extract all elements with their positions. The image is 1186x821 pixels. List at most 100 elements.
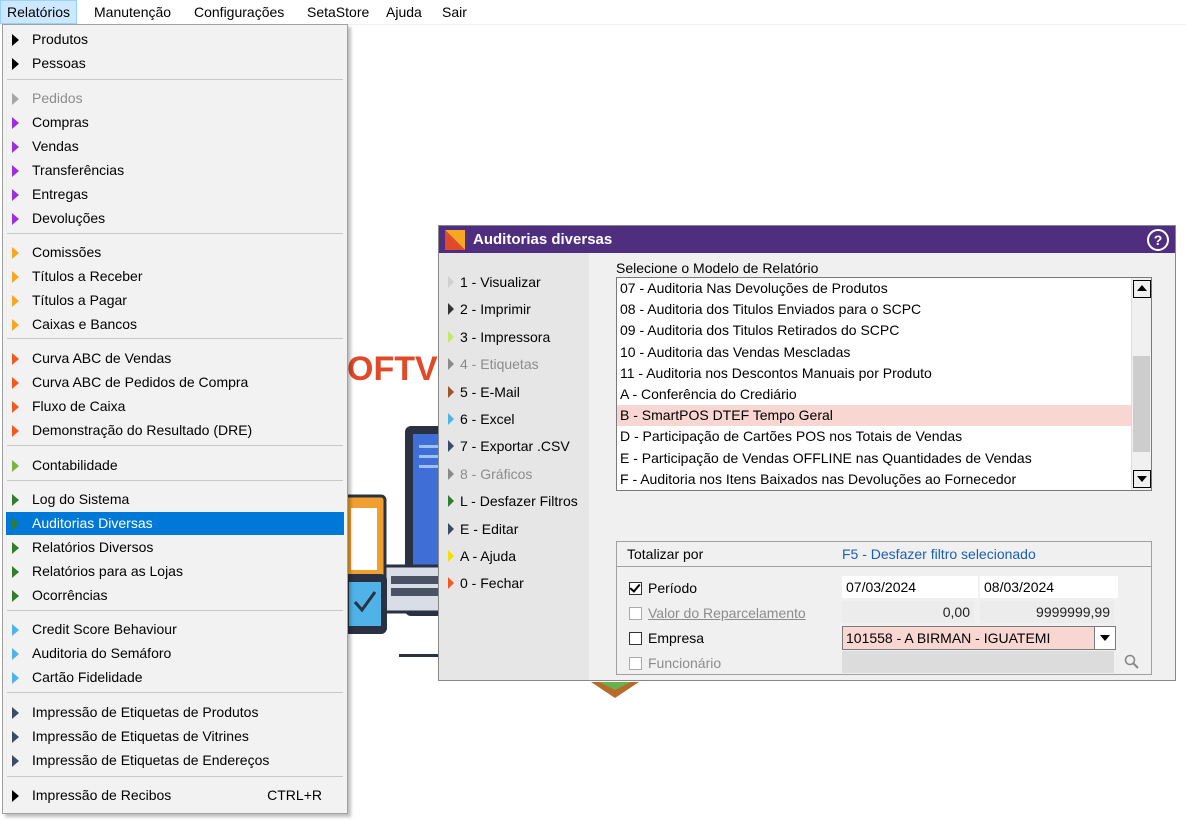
row-funcionario: Funcionário <box>617 651 1151 675</box>
list-item[interactable]: 09 - Auditoria dos Titulos Retirados do … <box>617 320 1132 341</box>
periodo-to-field[interactable]: 08/03/2024 <box>980 576 1118 598</box>
list-item[interactable]: F - Auditoria nos Itens Baixados nas Dev… <box>617 469 1132 490</box>
submenu-arrow-icon <box>12 353 19 365</box>
menu-sair[interactable]: Sair <box>436 0 473 24</box>
scroll-up-button[interactable] <box>1133 280 1151 298</box>
scroll-thumb[interactable] <box>1133 356 1150 452</box>
list-item[interactable]: 08 - Auditoria dos Titulos Enviados para… <box>617 299 1132 320</box>
menu-item[interactable]: Relatórios para as Lojas <box>6 560 344 583</box>
menu-item[interactable]: Títulos a Receber <box>6 265 344 288</box>
menu-item-label: Impressão de Etiquetas de Vitrines <box>32 728 249 744</box>
menu-item[interactable]: Credit Score Behaviour <box>6 618 344 641</box>
menu-item[interactable]: Impressão de Recibos CTRL+R <box>6 784 344 807</box>
checkmark-icon <box>629 581 641 593</box>
action-panel: 1 - Visualizar 2 - Imprimir 3 - Impressora… <box>439 253 589 680</box>
menu-item-label: Caixas e Bancos <box>32 316 138 332</box>
periodo-checkbox[interactable] <box>629 581 642 595</box>
menu-item[interactable]: Pedidos <box>6 87 344 110</box>
menubar: Relatórios Manutenção Configurações SetaSto… <box>0 0 1186 25</box>
menu-setastore[interactable]: SetaStore <box>301 0 375 24</box>
menu-item[interactable]: Contabilidade <box>6 454 344 477</box>
menu-item[interactable]: Pessoas <box>6 52 344 75</box>
empresa-dropdown-button[interactable] <box>1094 626 1116 650</box>
action-arrow-icon <box>448 495 454 508</box>
row-periodo: Período 07/03/2024 08/03/2024 <box>617 576 1151 600</box>
menu-item[interactable]: Caixas e Bancos <box>6 313 344 336</box>
action-arrow-icon <box>448 577 454 590</box>
menu-item[interactable]: Compras <box>6 111 344 134</box>
menu-item-label: Entregas <box>32 186 89 202</box>
menu-item[interactable]: Auditorias Diversas <box>6 512 344 535</box>
totalizar-group: Totalizar por F5 - Desfazer filtro selec… <box>616 541 1152 675</box>
valor-to-field[interactable]: 9999999,99 <box>980 601 1114 623</box>
menu-separator <box>7 338 343 339</box>
list-item[interactable]: B - SmartPOS DTEF Tempo Geral <box>617 405 1132 427</box>
menu-item[interactable]: Impressão de Etiquetas de Produtos <box>6 701 344 724</box>
valor-checkbox[interactable] <box>629 607 642 620</box>
menu-item[interactable]: Log do Sistema <box>6 488 344 511</box>
list-scrollbar[interactable] <box>1131 278 1151 490</box>
action-arrow-icon <box>448 550 454 562</box>
submenu-arrow-icon <box>12 648 19 660</box>
list-item[interactable]: 11 - Auditoria nos Descontos Manuais por… <box>617 363 1132 384</box>
undo-filter-link[interactable]: F5 - Desfazer filtro selecionado <box>842 542 1036 566</box>
submenu-arrow-icon <box>12 590 19 602</box>
action-arrow-icon <box>448 522 454 535</box>
action-label: 5 - E-Mail <box>460 383 520 400</box>
funcionario-checkbox[interactable] <box>629 657 642 670</box>
report-model-list[interactable]: 07 - Auditoria Nas Devoluções de Produto… <box>616 277 1152 491</box>
help-icon[interactable]: ? <box>1147 229 1169 251</box>
menu-item[interactable]: Ocorrências <box>6 584 344 607</box>
menu-manutencao[interactable]: Manutenção <box>88 0 177 24</box>
menu-item[interactable]: Devoluções <box>6 207 344 230</box>
periodo-from-field[interactable]: 07/03/2024 <box>842 576 978 598</box>
menu-item-label: Log do Sistema <box>32 491 130 507</box>
list-item[interactable]: D - Participação de Cartões POS nos Tota… <box>617 426 1132 447</box>
dialog-title-bar[interactable]: Auditorias diversas ? <box>439 226 1175 253</box>
menu-item[interactable]: Impressão de Etiquetas de Endereços <box>6 749 344 772</box>
menu-relatorios[interactable]: Relatórios <box>0 0 78 24</box>
menu-configuracoes[interactable]: Configurações <box>188 0 290 24</box>
chevron-down-icon <box>1137 476 1147 482</box>
submenu-arrow-icon <box>12 295 19 307</box>
menu-item[interactable]: Comissões <box>6 241 344 264</box>
funcionario-field[interactable] <box>842 651 1114 673</box>
menu-item-label: Auditoria do Semáforo <box>32 645 172 661</box>
menu-separator <box>7 233 343 234</box>
menu-item[interactable]: Auditoria do Semáforo <box>6 642 344 665</box>
submenu-arrow-icon <box>12 319 19 331</box>
menu-item[interactable]: Títulos a Pagar <box>6 289 344 312</box>
empresa-select[interactable]: 101558 - A BIRMAN - IGUATEMI <box>842 626 1095 650</box>
menu-separator <box>7 445 343 446</box>
action-label: 8 - Gráficos <box>460 465 533 482</box>
menu-item[interactable]: Relatórios Diversos <box>6 536 344 559</box>
submenu-arrow-icon <box>12 213 19 225</box>
menu-item[interactable]: Transferências <box>6 159 344 182</box>
menu-ajuda[interactable]: Ajuda <box>380 0 428 24</box>
menu-item[interactable]: Fluxo de Caixa <box>6 395 344 418</box>
menu-item-label: Curva ABC de Pedidos de Compra <box>32 374 249 390</box>
list-item[interactable]: 10 - Auditoria das Vendas Mescladas <box>617 342 1132 363</box>
list-item[interactable]: E - Participação de Vendas OFFLINE nas Q… <box>617 448 1132 469</box>
menu-item[interactable]: Curva ABC de Pedidos de Compra <box>6 371 344 394</box>
submenu-arrow-icon <box>12 377 19 389</box>
action-label: E - Editar <box>460 520 519 537</box>
action-arrow-icon <box>448 467 454 480</box>
list-item[interactable]: 07 - Auditoria Nas Devoluções de Produto… <box>617 278 1132 299</box>
menu-item[interactable]: Demonstração do Resultado (DRE) <box>6 419 344 442</box>
menu-item[interactable]: Cartão Fidelidade <box>6 666 344 689</box>
menu-item[interactable]: Vendas <box>6 135 344 158</box>
menu-item-label: Credit Score Behaviour <box>32 621 177 637</box>
empresa-checkbox[interactable] <box>629 632 642 645</box>
valor-from-field[interactable]: 0,00 <box>842 601 974 623</box>
menu-item[interactable]: Curva ABC de Vendas <box>6 347 344 370</box>
scroll-down-button[interactable] <box>1133 470 1151 488</box>
menu-item[interactable]: Entregas <box>6 183 344 206</box>
list-item[interactable]: A - Conferência do Crediário <box>617 384 1132 405</box>
menu-item[interactable]: Produtos <box>6 28 344 51</box>
menu-item-label: Contabilidade <box>32 457 118 473</box>
search-icon[interactable] <box>1124 654 1140 670</box>
menu-item[interactable]: Impressão de Etiquetas de Vitrines <box>6 725 344 748</box>
menu-item-label: Ocorrências <box>32 587 108 603</box>
submenu-arrow-icon <box>12 165 19 177</box>
